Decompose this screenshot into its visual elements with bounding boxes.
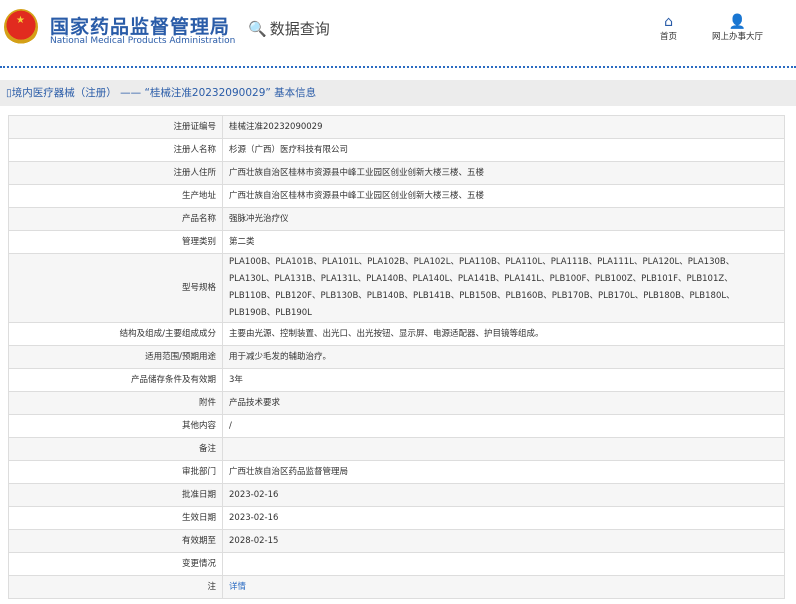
field-label: 附件 [8,391,223,415]
field-label: 生产地址 [8,184,223,208]
field-value: 2028-02-15 [222,529,785,553]
home-icon: ⌂ [664,14,673,30]
table-row: 管理类别 第二类 [8,230,785,254]
field-label: 结构及组成/主要组成成分 [8,322,223,346]
detail-table: 注册证编号 桂械注准20232090029 注册人名称 杉源（广西）医疗科技有限公司注… [8,115,785,599]
table-row: 审批部门 广西壮族自治区药品监督管理局 [8,460,785,484]
field-value: 杉源（广西）医疗科技有限公司 [222,138,785,162]
data-query-heading[interactable]: 🔍 数据查询 [248,18,330,39]
field-label: 管理类别 [8,230,223,254]
field-value: 3年 [222,368,785,392]
nav-online-hall[interactable]: 👤 网上办事大厅 [712,14,763,42]
field-label: 有效期至 [8,529,223,553]
table-row: 型号规格 PLA100B、PLA101B、PLA101L、PLA102B、PLA1… [8,253,785,323]
table-row: 注册证编号 桂械注准20232090029 [8,115,785,139]
table-row: 适用范围/预期用途 用于减少毛发的辅助治疗。 [8,345,785,369]
nav-online-hall-label: 网上办事大厅 [712,32,764,42]
table-row: 生效日期 2023-02-16 [8,506,785,530]
site-header: ★ 国家药品监督管理局 National Medical Products Ad… [0,0,796,66]
field-value: 广西壮族自治区桂林市资源县中峰工业园区创业创新大楼三楼、五楼 [222,184,785,208]
table-row: 产品储存条件及有效期 3年 [8,368,785,392]
field-label: 生效日期 [8,506,223,530]
breadcrumb: ▯境内医疗器械（注册） —— “桂械注准20232090029” 基本信息 [0,80,796,106]
table-row: 其他内容 / [8,414,785,438]
field-label: 产品名称 [8,207,223,231]
field-value [222,552,785,576]
field-value: 第二类 [222,230,785,254]
user-icon: 👤 [728,14,747,30]
field-value: PLA100B、PLA101B、PLA101L、PLA102B、PLA102L、… [222,253,785,323]
document-search-icon: 🔍 [248,19,267,38]
details-link[interactable]: 详情 [229,582,246,592]
field-label: 注册人名称 [8,138,223,162]
table-row: 注册人住所 广西壮族自治区桂林市资源县中峰工业园区创业创新大楼三楼、五楼 [8,161,785,185]
national-emblem-logo: ★ [4,9,38,45]
breadcrumb-text: 境内医疗器械（注册） —— “桂械注准20232090029” 基本信息 [11,87,317,99]
field-label: 注册证编号 [8,115,223,139]
field-label: 注 [8,575,223,599]
table-row: 变更情况 [8,552,785,576]
field-value: 2023-02-16 [222,506,785,530]
field-value: 广西壮族自治区药品监督管理局 [222,460,785,484]
nav-home-label: 首页 [660,32,678,42]
table-row: 产品名称 强脉冲光治疗仪 [8,207,785,231]
site-title[interactable]: 国家药品监督管理局 [50,12,230,39]
field-value: 桂械注准20232090029 [222,115,785,139]
table-row: 结构及组成/主要组成成分 主要由光源、控制装置、出光口、出光按钮、显示屏、电源适配… [8,322,785,346]
field-value: 用于减少毛发的辅助治疗。 [222,345,785,369]
field-value: 产品技术要求 [222,391,785,415]
field-label: 型号规格 [8,253,223,323]
field-value [222,437,785,461]
table-row: 附件 产品技术要求 [8,391,785,415]
field-label: 适用范围/预期用途 [8,345,223,369]
site-title-en: National Medical Products Administration [50,36,236,46]
table-row: 批准日期 2023-02-16 [8,483,785,507]
field-label: 注册人住所 [8,161,223,185]
table-row: 生产地址 广西壮族自治区桂林市资源县中峰工业园区创业创新大楼三楼、五楼 [8,184,785,208]
field-value: 广西壮族自治区桂林市资源县中峰工业园区创业创新大楼三楼、五楼 [222,161,785,185]
table-row: 备注 [8,437,785,461]
field-value: 主要由光源、控制装置、出光口、出光按钮、显示屏、电源适配器、护目镜等组成。 [222,322,785,346]
table-row: 有效期至 2028-02-15 [8,529,785,553]
field-label: 审批部门 [8,460,223,484]
data-query-label: 数据查询 [269,20,330,38]
table-row: 注册人名称 杉源（广西）医疗科技有限公司 [8,138,785,162]
field-label: 产品储存条件及有效期 [8,368,223,392]
header-divider [0,66,796,68]
field-value: 详情 [222,575,785,599]
field-label: 其他内容 [8,414,223,438]
field-value: / [222,414,785,438]
field-label: 备注 [8,437,223,461]
nav-home[interactable]: ⌂ 首页 [660,14,677,42]
field-label: 批准日期 [8,483,223,507]
table-row: 注详情 [8,575,785,599]
field-value: 强脉冲光治疗仪 [222,207,785,231]
field-label: 变更情况 [8,552,223,576]
field-value: 2023-02-16 [222,483,785,507]
